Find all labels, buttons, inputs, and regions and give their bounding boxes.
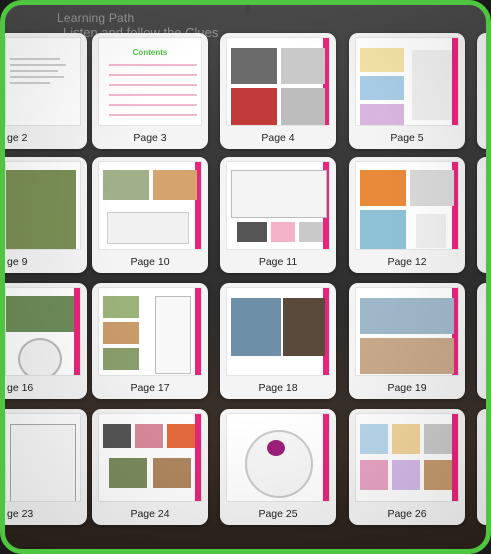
page-label: Page 18 [258,382,298,394]
page-preview [98,287,202,376]
page-preview [5,161,81,250]
page-preview [355,287,459,376]
page-preview [5,287,81,376]
page-label: Page 24 [130,508,170,520]
page-label: Page 25 [258,508,298,520]
page-preview [226,413,330,502]
page-preview [226,287,330,376]
page-label: Page 4 [261,132,295,144]
page-preview [5,37,81,126]
page-thumbnail-3[interactable]: Contents Page 3 [92,33,208,149]
sheet-grabber[interactable] [246,5,250,14]
page-label: Page 5 [390,132,424,144]
contents-heading: Contents [132,48,168,57]
page-label: Page 10 [130,256,170,268]
page-preview [226,37,330,126]
page-thumbnail-23[interactable]: ge 23 [5,409,87,525]
page-thumbnail-2[interactable]: ge 2 [5,33,87,149]
page-thumbnail-24[interactable]: Page 24 [92,409,208,525]
page-thumbnail-18[interactable]: Page 18 [220,283,336,399]
page-label: Page 11 [258,256,298,268]
page-thumbnail-11[interactable]: Page 11 [220,157,336,273]
page-thumbnail-17[interactable]: Page 17 [92,283,208,399]
page-preview [226,161,330,250]
page-label: Page 3 [133,132,167,144]
page-thumbnail-10[interactable]: Page 10 [92,157,208,273]
page-thumbnail-13[interactable] [477,157,486,273]
page-thumbnail-26[interactable]: Page 26 [349,409,465,525]
page-label: Page 26 [387,508,427,520]
page-thumbnail-9[interactable]: ge 9 [5,157,87,273]
page-preview [98,413,202,502]
page-label: ge 16 [7,382,34,394]
page-preview [355,161,459,250]
page-thumbnail-25[interactable]: Page 25 [220,409,336,525]
app-window: Learning Path Listen and follow the Clue… [0,0,491,554]
page-thumbnail-27[interactable] [477,409,486,525]
page-label: Page 17 [130,382,170,394]
page-label: Page 12 [387,256,427,268]
page-thumbnail-12[interactable]: Page 12 [349,157,465,273]
page-label: ge 23 [7,508,34,520]
page-preview [355,37,459,126]
page-label: ge 9 [7,256,28,268]
page-label: ge 2 [7,132,28,144]
page-thumbnail-5[interactable]: Page 5 [349,33,465,149]
page-preview: Contents [98,37,202,126]
page-preview [355,413,459,502]
page-thumbnail-4[interactable]: Page 4 [220,33,336,149]
page-preview [5,413,81,502]
page-preview [98,161,202,250]
page-label: Page 19 [387,382,427,394]
page-thumbnail-16[interactable]: ge 16 [5,283,87,399]
page-thumbnail-19[interactable]: Page 19 [349,283,465,399]
page-thumbnail-6[interactable] [477,33,486,149]
background-title: Learning Path [57,11,135,25]
page-thumbnail-20[interactable] [477,283,486,399]
